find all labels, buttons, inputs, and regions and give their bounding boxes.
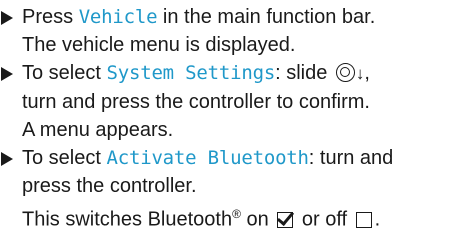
system-settings-label: System Settings	[106, 62, 276, 84]
checkbox-checked-icon	[277, 211, 294, 228]
step-1-line-1: Press Vehicle in the main function bar.	[22, 6, 376, 28]
instruction-page: Press Vehicle in the main function bar. …	[0, 0, 457, 251]
step-3-line-3: This switches Bluetooth® on or off .	[22, 207, 381, 231]
controller-icon	[335, 63, 355, 82]
step-1-line-2: The vehicle menu is displayed.	[22, 34, 296, 56]
checkbox-unchecked-icon	[355, 211, 372, 228]
step-3-line-2: press the controller.	[22, 175, 197, 197]
registered-mark: ®	[232, 207, 241, 221]
bullet-triangle-icon	[1, 11, 13, 25]
step-3-line-1: To select Activate Bluetooth: turn and	[22, 147, 394, 169]
step-1: Press Vehicle in the main function bar. …	[0, 3, 457, 59]
vehicle-label: Vehicle	[78, 6, 158, 28]
bullet-triangle-icon	[1, 152, 13, 166]
step-2-line-2: turn and press the controller to confirm…	[22, 91, 370, 113]
activate-bluetooth-label: Activate Bluetooth	[106, 147, 309, 169]
step-2: To select System Settings: slide ↓, turn…	[0, 59, 457, 144]
step-3: To select Activate Bluetooth: turn and p…	[0, 144, 457, 234]
bullet-triangle-icon	[1, 67, 13, 81]
step-2-line-3: A menu appears.	[22, 119, 174, 141]
step-2-line-1: To select System Settings: slide ↓,	[22, 59, 457, 88]
